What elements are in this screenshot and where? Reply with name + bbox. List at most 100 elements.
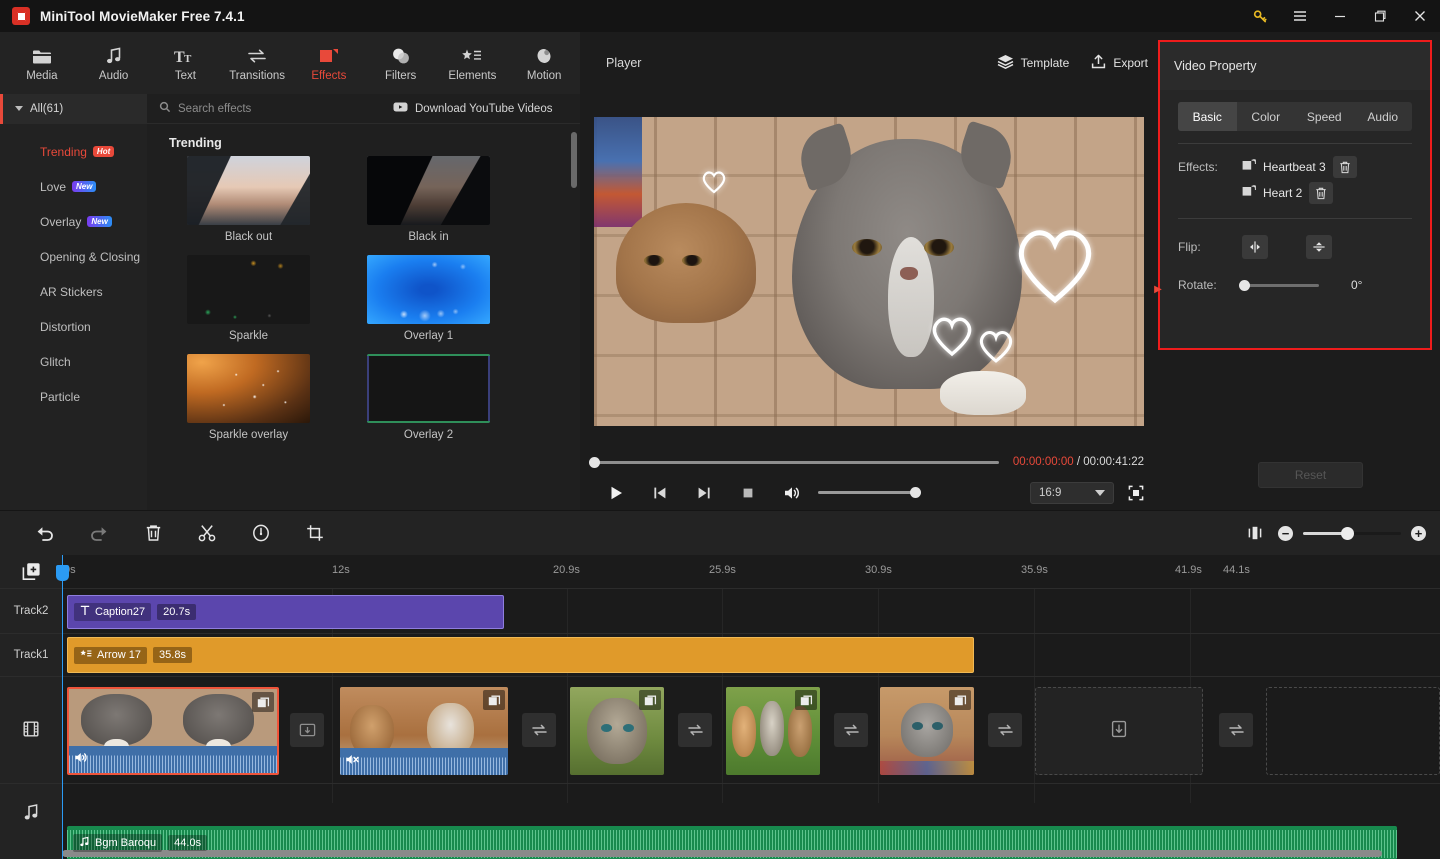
effect-black-out[interactable]: Black out bbox=[187, 156, 310, 243]
category-distortion[interactable]: Distortion bbox=[0, 309, 147, 344]
lane-track1[interactable]: Arrow 17 35.8s bbox=[62, 633, 1440, 676]
play-icon[interactable] bbox=[594, 479, 638, 507]
category-glitch[interactable]: Glitch bbox=[0, 344, 147, 379]
clip-caption27[interactable]: Caption27 20.7s bbox=[67, 595, 504, 629]
tab-speed[interactable]: Speed bbox=[1295, 102, 1354, 131]
reset-button[interactable]: Reset bbox=[1258, 462, 1363, 488]
seek-slider[interactable] bbox=[589, 456, 999, 468]
clip-volume-icon[interactable] bbox=[74, 751, 88, 769]
scissors-icon[interactable] bbox=[180, 516, 234, 550]
effect-sparkle[interactable]: Sparkle bbox=[187, 255, 310, 342]
transition-slot-6[interactable] bbox=[1219, 713, 1253, 747]
effect-black-in[interactable]: Black in bbox=[367, 156, 490, 243]
effect-overlay-2[interactable]: Overlay 2 bbox=[367, 354, 490, 441]
trash-icon[interactable] bbox=[1332, 156, 1357, 178]
zoom-handle[interactable] bbox=[1341, 526, 1354, 540]
speed-icon[interactable] bbox=[234, 516, 288, 550]
download-youtube-button[interactable]: Download YouTube Videos bbox=[393, 101, 552, 116]
tab-audio[interactable]: Audio bbox=[1354, 102, 1413, 131]
module-media[interactable]: Media bbox=[6, 34, 78, 92]
clip-copy-icon[interactable] bbox=[483, 690, 505, 710]
stop-icon[interactable] bbox=[726, 479, 770, 507]
transition-slot-5[interactable] bbox=[988, 713, 1022, 747]
close-icon[interactable] bbox=[1400, 0, 1440, 32]
category-love[interactable]: Love New bbox=[0, 169, 147, 204]
timeline-ruler[interactable]: 0s 12s 20.9s 25.9s 30.9s 35.9s 41.9s 44.… bbox=[62, 555, 1440, 588]
trash-icon[interactable] bbox=[126, 516, 180, 550]
module-effects[interactable]: Effects bbox=[293, 34, 365, 92]
clip-copy-icon[interactable] bbox=[639, 690, 661, 710]
playhead[interactable] bbox=[56, 555, 69, 859]
volume-handle[interactable] bbox=[910, 487, 921, 498]
seek-handle[interactable] bbox=[589, 456, 600, 468]
lane-audio[interactable]: Bgm Baroqu 44.0s bbox=[62, 783, 1440, 859]
module-filters[interactable]: Filters bbox=[365, 34, 437, 92]
track-header-track2[interactable]: Track2 bbox=[0, 588, 62, 633]
crop-icon[interactable] bbox=[288, 516, 342, 550]
trash-icon[interactable] bbox=[1309, 182, 1334, 204]
clip-mute-icon[interactable] bbox=[345, 753, 360, 771]
video-clip-puppies-couch[interactable] bbox=[340, 687, 508, 775]
video-clip-grey-kitten[interactable] bbox=[880, 687, 974, 775]
fit-timeline-icon[interactable] bbox=[1242, 516, 1268, 550]
clip-copy-icon[interactable] bbox=[949, 690, 971, 710]
clip-arrow-17[interactable]: Arrow 17 35.8s bbox=[67, 637, 974, 673]
video-preview[interactable] bbox=[594, 117, 1144, 426]
video-clip-two-cats-blanket[interactable] bbox=[67, 687, 279, 775]
module-transitions[interactable]: Transitions bbox=[221, 34, 293, 92]
flip-vertical-icon[interactable] bbox=[1306, 235, 1332, 259]
redo-icon[interactable] bbox=[72, 516, 126, 550]
clip-copy-icon[interactable] bbox=[795, 690, 817, 710]
module-motion[interactable]: Motion bbox=[508, 34, 580, 92]
video-clip-tabby-kitten[interactable] bbox=[570, 687, 664, 775]
effects-scrollbar[interactable] bbox=[571, 132, 577, 188]
add-track-icon[interactable] bbox=[0, 555, 62, 588]
next-frame-icon[interactable] bbox=[682, 479, 726, 507]
playhead-handle[interactable] bbox=[56, 565, 69, 581]
scrollbar-thumb[interactable] bbox=[62, 850, 1382, 857]
media-drop-slot[interactable] bbox=[1035, 687, 1203, 775]
minimize-button[interactable] bbox=[1320, 0, 1360, 32]
all-effects-dropdown[interactable]: All(61) bbox=[0, 93, 147, 124]
template-button[interactable]: Template bbox=[997, 54, 1069, 72]
zoom-out-button[interactable]: − bbox=[1278, 525, 1293, 541]
track-header-video[interactable] bbox=[0, 676, 62, 783]
previous-frame-icon[interactable] bbox=[638, 479, 682, 507]
effect-sparkle-overlay[interactable]: Sparkle overlay bbox=[187, 354, 310, 441]
timeline-zoom-slider[interactable] bbox=[1303, 526, 1401, 540]
lane-video[interactable] bbox=[62, 676, 1440, 783]
rotate-handle[interactable] bbox=[1239, 279, 1250, 291]
aspect-ratio-select[interactable]: 16:9 bbox=[1030, 481, 1114, 504]
transition-slot-4[interactable] bbox=[834, 713, 868, 747]
lane-track2[interactable]: Caption27 20.7s bbox=[62, 588, 1440, 633]
clip-copy-icon[interactable] bbox=[252, 692, 274, 712]
tab-color[interactable]: Color bbox=[1237, 102, 1296, 131]
search-input[interactable]: Search effects bbox=[159, 100, 389, 118]
module-audio[interactable]: Audio bbox=[78, 34, 150, 92]
effect-overlay-1[interactable]: Overlay 1 bbox=[367, 255, 490, 342]
module-text[interactable]: TT Text bbox=[150, 34, 222, 92]
category-overlay[interactable]: Overlay New bbox=[0, 204, 147, 239]
category-ar-stickers[interactable]: AR Stickers bbox=[0, 274, 147, 309]
panel-collapse-handle[interactable]: ▶ bbox=[1154, 274, 1162, 304]
transition-slot-1[interactable] bbox=[290, 713, 324, 747]
volume-slider[interactable] bbox=[818, 487, 921, 498]
rotate-slider[interactable] bbox=[1239, 279, 1319, 291]
video-clip-kittens-grass[interactable] bbox=[726, 687, 820, 775]
module-elements[interactable]: Elements bbox=[437, 34, 509, 92]
transition-slot-3[interactable] bbox=[678, 713, 712, 747]
hamburger-icon[interactable] bbox=[1280, 0, 1320, 32]
tab-basic[interactable]: Basic bbox=[1178, 102, 1237, 131]
fullscreen-icon[interactable] bbox=[1128, 485, 1144, 501]
undo-icon[interactable] bbox=[18, 516, 72, 550]
flip-horizontal-icon[interactable] bbox=[1242, 235, 1268, 259]
category-trending[interactable]: Trending Hot bbox=[0, 134, 147, 169]
category-particle[interactable]: Particle bbox=[0, 379, 147, 414]
timeline-horizontal-scrollbar[interactable] bbox=[62, 850, 1432, 857]
track-header-audio[interactable] bbox=[0, 783, 62, 843]
maximize-button[interactable] bbox=[1360, 0, 1400, 32]
zoom-in-button[interactable]: + bbox=[1411, 525, 1426, 541]
media-drop-slot-empty[interactable] bbox=[1266, 687, 1440, 775]
export-button[interactable]: Export bbox=[1091, 54, 1148, 72]
transition-slot-2[interactable] bbox=[522, 713, 556, 747]
